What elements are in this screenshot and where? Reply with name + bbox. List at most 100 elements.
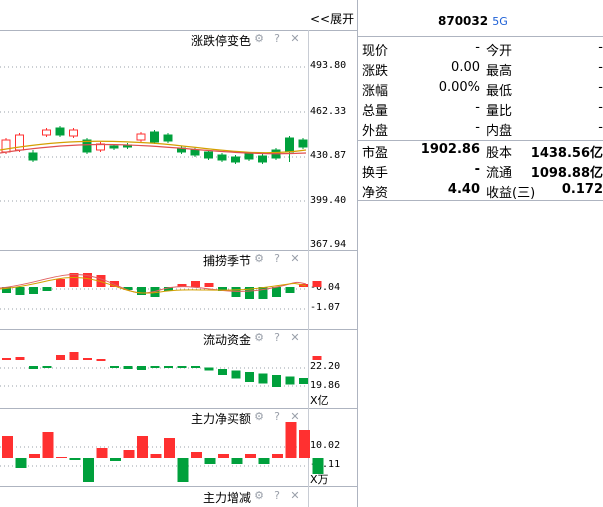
quote-value: 1902.86	[420, 142, 480, 157]
candle-body	[55, 127, 65, 136]
indicator-bar	[245, 454, 256, 458]
candle-body	[204, 151, 213, 159]
indicator-bar	[231, 287, 241, 297]
quote-value: 1098.88亿	[530, 166, 603, 181]
indicator-bar	[137, 366, 146, 370]
fishing-season-bars	[0, 273, 322, 299]
candle-body	[69, 129, 78, 137]
indicator-bar	[96, 448, 108, 458]
indicator-bar	[69, 352, 79, 360]
indicator-bar	[2, 358, 11, 360]
indicator-bar	[15, 357, 25, 360]
indicator-bar	[258, 458, 270, 464]
quote-value: 4.40	[447, 182, 480, 197]
indicator-bar	[123, 366, 133, 369]
quote-value: 1438.56亿	[530, 146, 603, 161]
quote-label: 流通	[486, 166, 513, 181]
quote-value: -	[475, 40, 480, 55]
indicator-bar	[177, 458, 189, 482]
indicator-bar	[137, 287, 146, 295]
indicator-bar	[29, 454, 40, 458]
quote-label: 收益(三)	[486, 186, 536, 201]
quote-value: -	[598, 60, 603, 75]
indicator-bar	[312, 458, 324, 474]
quote-value: -	[598, 80, 603, 95]
quote-label: 涨跌	[362, 64, 389, 79]
stock-code: 870032 5G	[438, 14, 508, 28]
indicator-bar	[204, 367, 214, 371]
indicator-bar	[272, 287, 281, 297]
indicator-bar	[42, 366, 52, 368]
chart-area: <<展开 涨跌停变色 ⚙ ? ✕ 493.80 462.33 430.87 39…	[0, 0, 357, 507]
indicator-bar	[123, 450, 135, 458]
quote-value: -	[474, 162, 480, 177]
quote-row: 现价 - 今开 -	[358, 38, 603, 59]
candle-body	[150, 131, 159, 143]
quote-value: -	[598, 120, 603, 135]
candle-body	[42, 129, 51, 136]
indicator-bar	[29, 287, 38, 294]
quote-label: 外盘	[362, 124, 389, 139]
indicator-bar	[272, 375, 281, 387]
indicator-bar	[231, 370, 241, 379]
net-buy-bars	[2, 422, 324, 482]
quote-label: 最低	[486, 84, 513, 99]
indicator-bar	[191, 366, 200, 368]
indicator-bar	[15, 287, 25, 295]
candle-body	[244, 153, 254, 160]
indicator-bar	[42, 432, 54, 458]
quote-label: 内盘	[486, 124, 513, 139]
liquid-funds-bars	[2, 352, 322, 387]
indicator-bar	[42, 287, 52, 291]
quote-row: 总量 - 量比 -	[358, 98, 603, 119]
indicator-bar	[56, 355, 65, 360]
candle-body	[217, 154, 227, 161]
indicator-bar	[299, 378, 308, 384]
indicator-bar	[83, 458, 94, 482]
quote-row: 市盈 1902.86 股本 1438.56亿	[358, 140, 603, 161]
stock-tag[interactable]: 5G	[492, 15, 508, 28]
quote-row: 净资 4.40 收益(三) 0.172	[358, 180, 603, 201]
quote-row: 外盘 - 内盘 -	[358, 118, 603, 139]
candle-body	[298, 139, 308, 148]
indicator-bar	[150, 366, 160, 368]
indicator-bar	[285, 376, 295, 385]
quote-value: -	[475, 120, 480, 135]
quote-label: 量比	[486, 104, 513, 119]
indicator-bar	[56, 457, 67, 458]
indicator-bar	[245, 372, 254, 382]
divider	[358, 200, 603, 201]
quote-row: 涨跌 0.00 最高 -	[358, 58, 603, 79]
candle-body	[28, 152, 38, 161]
indicator-bar	[177, 366, 187, 368]
indicator-bar	[96, 359, 106, 361]
moving-average-lines	[0, 140, 307, 155]
quote-label: 市盈	[362, 146, 389, 161]
quote-label: 最高	[486, 64, 513, 79]
candle-body	[109, 145, 119, 149]
indicator-bar	[137, 436, 148, 458]
indicator-bar	[204, 283, 214, 287]
indicator-bar	[218, 369, 227, 375]
quote-label: 涨幅	[362, 84, 389, 99]
candle-body	[163, 134, 173, 142]
indicator-bar	[218, 454, 229, 458]
quote-label: 净资	[362, 186, 389, 201]
indicator-bar	[56, 279, 65, 287]
indicator-bar	[191, 452, 202, 458]
candle-body	[231, 156, 240, 163]
quote-value: -	[598, 100, 603, 115]
indicator-bar	[285, 287, 295, 293]
quote-label: 现价	[362, 44, 389, 59]
quote-label: 今开	[486, 44, 513, 59]
indicator-bar	[272, 454, 283, 458]
quote-value: -	[475, 100, 480, 115]
divider	[358, 36, 603, 37]
indicator-bar	[231, 458, 243, 464]
quote-value: 0.00%	[438, 80, 480, 95]
indicator-bar	[110, 366, 119, 368]
indicator-bar	[191, 281, 200, 287]
candle-body	[258, 155, 267, 163]
quote-label: 总量	[362, 104, 389, 119]
indicator-bar	[15, 458, 27, 468]
